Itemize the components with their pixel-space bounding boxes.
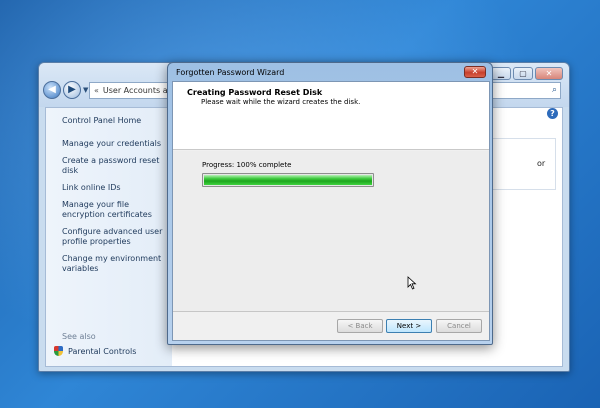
recent-pages-chevron-icon[interactable]: ▼	[83, 86, 88, 94]
back-arrow-icon[interactable]: ◀	[43, 81, 61, 99]
sidebar: Control Panel Home Manage your credentia…	[46, 108, 172, 366]
address-text: User Accounts a	[102, 86, 168, 95]
caption-buttons: ▁ ▢ ✕	[491, 67, 563, 80]
address-chevron: «	[94, 86, 99, 95]
maximize-button[interactable]: ▢	[513, 67, 533, 80]
next-button[interactable]: Next >	[386, 319, 432, 333]
back-button[interactable]: < Back	[337, 319, 383, 333]
wizard-title: Forgotten Password Wizard	[176, 68, 285, 77]
close-button[interactable]: ✕	[535, 67, 563, 80]
sidebar-item-link-online-ids[interactable]: Link online IDs	[62, 183, 166, 193]
wizard-footer: < Back Next > Cancel	[173, 311, 489, 340]
navigation-buttons: ◀ ▶ ▼	[43, 81, 92, 99]
sidebar-item-file-encryption[interactable]: Manage your file encryption certificates	[62, 200, 166, 220]
wizard-subheading: Please wait while the wizard creates the…	[201, 98, 361, 106]
wizard-close-button[interactable]: ✕	[464, 66, 486, 78]
mouse-cursor-icon	[407, 276, 417, 290]
close-icon: ✕	[471, 67, 479, 76]
wizard-header: Creating Password Reset Disk Please wait…	[173, 82, 489, 150]
sidebar-item-environment-variables[interactable]: Change my environment variables	[62, 254, 166, 274]
cancel-button[interactable]: Cancel	[436, 319, 482, 333]
minimize-button[interactable]: ▁	[491, 67, 511, 80]
wizard-content: Progress: 100% complete	[173, 151, 489, 311]
sidebar-item-control-panel-home[interactable]: Control Panel Home	[62, 116, 172, 125]
partial-text: or	[537, 159, 546, 168]
sidebar-item-parental-controls[interactable]: Parental Controls	[54, 346, 136, 356]
search-icon: ⌕	[551, 85, 557, 95]
progress-bar	[202, 173, 374, 187]
wizard-titlebar[interactable]: Forgotten Password Wizard ✕	[168, 63, 492, 81]
shield-icon	[54, 346, 63, 356]
sidebar-item-advanced-profile[interactable]: Configure advanced user profile properti…	[62, 227, 166, 247]
wizard-client-area: Creating Password Reset Disk Please wait…	[172, 81, 490, 341]
search-box[interactable]: ⌕	[491, 82, 561, 99]
progress-bar-fill	[204, 175, 372, 185]
parental-controls-label: Parental Controls	[68, 346, 137, 356]
see-also-heading: See also	[62, 332, 96, 341]
wizard-heading: Creating Password Reset Disk	[187, 88, 323, 97]
help-icon[interactable]: ?	[547, 108, 558, 119]
sidebar-item-create-reset-disk[interactable]: Create a password reset disk	[62, 156, 166, 176]
forward-arrow-icon[interactable]: ▶	[63, 81, 81, 99]
forgotten-password-wizard: Forgotten Password Wizard ✕ Creating Pas…	[167, 62, 493, 345]
progress-label: Progress: 100% complete	[202, 161, 292, 169]
sidebar-item-manage-credentials[interactable]: Manage your credentials	[62, 139, 166, 149]
